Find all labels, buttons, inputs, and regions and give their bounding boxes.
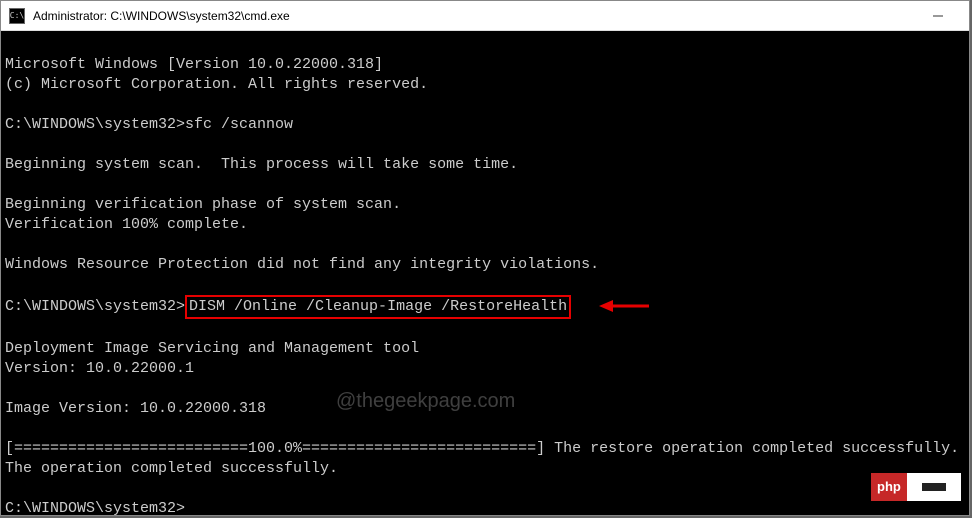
image-version-line: Image Version: 10.0.22000.318 (5, 400, 266, 417)
prompt-path: C:\WINDOWS\system32> (5, 116, 185, 133)
badge-bar-icon (922, 483, 946, 491)
dism-title-line: Deployment Image Servicing and Managemen… (5, 340, 419, 357)
watermark-text: @thegeekpage.com (336, 391, 515, 411)
os-version-line: Microsoft Windows [Version 10.0.22000.31… (5, 56, 383, 73)
scan-begin-line: Beginning system scan. This process will… (5, 156, 518, 173)
dism-command-highlighted: DISM /Online /Cleanup-Image /RestoreHeal… (185, 295, 571, 319)
prompt-path: C:\WINDOWS\system32> (5, 500, 185, 515)
cmd-window: C:\ Administrator: C:\WINDOWS\system32\c… (0, 0, 970, 516)
copyright-line: (c) Microsoft Corporation. All rights re… (5, 76, 428, 93)
operation-done-line: The operation completed successfully. (5, 460, 338, 477)
arrow-icon (597, 296, 651, 316)
window-title: Administrator: C:\WINDOWS\system32\cmd.e… (33, 9, 921, 23)
minimize-button[interactable] (921, 4, 955, 28)
titlebar[interactable]: C:\ Administrator: C:\WINDOWS\system32\c… (1, 1, 969, 31)
prompt-path: C:\WINDOWS\system32> (5, 298, 185, 315)
php-badge: php (871, 473, 961, 501)
cmd-icon-text: C:\ (10, 11, 24, 20)
cmd-icon: C:\ (9, 8, 25, 24)
progress-line: [==========================100.0%=======… (5, 440, 959, 457)
window-controls (921, 4, 961, 28)
verify-begin-line: Beginning verification phase of system s… (5, 196, 401, 213)
php-badge-right (907, 473, 961, 501)
dism-version-line: Version: 10.0.22000.1 (5, 360, 194, 377)
sfc-command: sfc /scannow (185, 116, 293, 133)
wrp-result-line: Windows Resource Protection did not find… (5, 256, 599, 273)
verify-complete-line: Verification 100% complete. (5, 216, 248, 233)
terminal-area[interactable]: Microsoft Windows [Version 10.0.22000.31… (1, 31, 969, 515)
php-badge-label: php (871, 473, 907, 501)
